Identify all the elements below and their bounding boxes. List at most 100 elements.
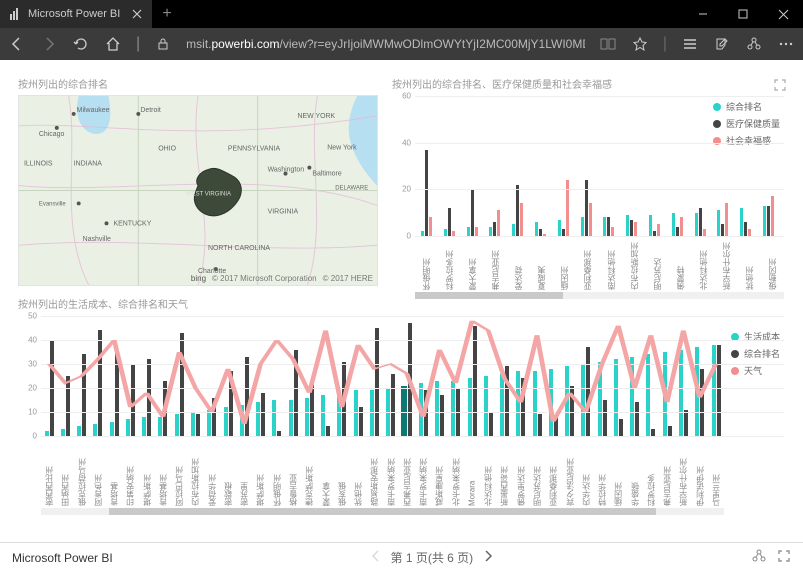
x-axis-label: 南达科他州: [600, 236, 623, 290]
x-axis-label: 南卡罗来纳州: [415, 436, 431, 506]
svg-text:Nashville: Nashville: [83, 236, 111, 243]
x-axis-label: 佛蒙特: [669, 236, 692, 290]
bottom-chart-scrollbar[interactable]: [41, 508, 724, 515]
x-axis-label: 缅因州: [610, 436, 626, 506]
x-axis-label: 华盛顿: [627, 436, 643, 506]
map-visual[interactable]: 按州列出的综合排名: [18, 76, 378, 286]
home-button[interactable]: [104, 35, 122, 53]
x-axis-label: 科罗拉多: [643, 436, 659, 506]
x-axis-label: 怀俄明州: [415, 236, 438, 290]
x-axis-label: 威斯康星州: [431, 436, 447, 506]
x-axis-label: 密歇根: [220, 436, 236, 506]
svg-text:ILLINOIS: ILLINOIS: [24, 161, 53, 168]
forward-button[interactable]: [40, 35, 58, 53]
favorite-button[interactable]: [631, 35, 649, 53]
share-report-icon[interactable]: [751, 548, 767, 567]
svg-text:Baltimore: Baltimore: [312, 171, 342, 178]
x-axis-label: 俄克拉荷马州: [74, 436, 90, 506]
x-axis-label: 路易斯安那州: [366, 436, 382, 506]
report-canvas: 按州列出的综合排名: [0, 60, 803, 542]
svg-text:WEST VIRGINIA: WEST VIRGINIA: [186, 191, 231, 197]
x-axis-label: 伊利诺伊州: [692, 436, 708, 506]
x-axis-label: 北卡罗来纳州: [448, 436, 464, 506]
x-axis-label: 特拉华州: [594, 436, 610, 506]
maximize-button[interactable]: [723, 0, 763, 28]
x-axis-label: 爱荷华州: [204, 436, 220, 506]
x-axis-label: 堪萨斯州: [139, 436, 155, 506]
browser-tab[interactable]: Microsoft Power BI: [0, 0, 152, 28]
x-axis-label: 南卡罗来纳州: [383, 436, 399, 506]
x-axis-label: 内布拉斯加州: [623, 236, 646, 290]
x-axis-label: 夏威夷: [530, 236, 553, 290]
svg-text:INDIANA: INDIANA: [74, 161, 103, 168]
x-axis-label: 阿肯色州: [90, 436, 106, 506]
minimize-button[interactable]: [683, 0, 723, 28]
refresh-button[interactable]: [72, 35, 90, 53]
x-axis-label: 科罗拉多州: [438, 236, 461, 290]
top-bar-chart[interactable]: 按州列出的综合排名、医疗保健质量和社会幸福感 综合排名医疗保健质量社会幸福感 0…: [392, 76, 785, 286]
x-axis-label: 密西西比州: [41, 436, 57, 506]
map-title: 按州列出的综合排名: [18, 76, 378, 91]
focus-mode-icon[interactable]: [773, 78, 787, 290]
new-tab-button[interactable]: +: [152, 5, 181, 23]
x-axis-label: 格鲁吉亚: [285, 436, 301, 506]
x-axis-label: 宾夕法尼亚州: [562, 436, 578, 506]
window-titlebar: Microsoft Power BI +: [0, 0, 803, 28]
x-axis-label: 田纳西州: [57, 436, 73, 506]
footer-brand: Microsoft Power BI: [12, 551, 113, 565]
fullscreen-icon[interactable]: [777, 549, 791, 566]
svg-text:Milwaukee: Milwaukee: [77, 107, 110, 114]
notes-icon[interactable]: [713, 35, 731, 53]
x-axis-label: 明尼苏达州: [529, 436, 545, 506]
x-axis-label: 印第安纳州: [122, 436, 138, 506]
svg-text:NEW YORK: NEW YORK: [297, 113, 335, 120]
reading-view-icon[interactable]: [599, 35, 617, 53]
browser-toolbar: | msit.powerbi.com/view?r=eyJrIjoiMWMwOD…: [0, 28, 803, 60]
next-page-button[interactable]: [483, 550, 493, 565]
close-tab-icon[interactable]: [132, 9, 142, 19]
x-axis-label: 俄亥俄: [334, 436, 350, 506]
svg-text:OHIO: OHIO: [158, 146, 176, 153]
map-area[interactable]: Milwaukee Chicago Detroit NEW YORK ILLIN…: [18, 95, 378, 286]
map-attribution: bing © 2017 Microsoft Corporation © 2017…: [191, 274, 373, 283]
x-axis-label: 新墨西哥州: [496, 436, 512, 506]
x-axis-label: 密苏里: [236, 436, 252, 506]
x-axis-label: 北达科他州: [480, 436, 496, 506]
close-window-button[interactable]: [763, 0, 803, 28]
more-button[interactable]: [777, 35, 795, 53]
lock-icon: [154, 35, 172, 53]
tab-title: Microsoft Power BI: [28, 8, 120, 20]
x-axis-label: 新罕布什尔州: [715, 236, 738, 290]
svg-text:New York: New York: [327, 145, 357, 152]
bottom-bar-chart[interactable]: 按州列出的生活成本、综合排名和天气 生活成本综合排名天气 01020304050…: [18, 296, 785, 516]
svg-text:VIRGINIA: VIRGINIA: [268, 208, 299, 215]
x-axis-label: 怀俄明州: [269, 436, 285, 506]
svg-text:NORTH CAROLINA: NORTH CAROLINA: [208, 245, 270, 252]
svg-text:Chicago: Chicago: [39, 131, 65, 138]
pager-text: 第 1 页(共 6 页): [391, 549, 474, 566]
address-bar[interactable]: msit.powerbi.com/view?r=eyJrIjoiMWMwODlm…: [186, 37, 585, 51]
top-chart-title: 按州列出的综合排名、医疗保健质量和社会幸福感: [392, 76, 785, 91]
svg-text:Washington: Washington: [268, 167, 305, 174]
x-axis-label: 缅因州: [553, 236, 576, 290]
svg-text:Detroit: Detroit: [140, 107, 161, 114]
x-axis-label: Morara: [464, 436, 480, 506]
x-axis-label: 弗吉尼亚州: [659, 436, 675, 506]
x-axis-label: 明尼苏达: [646, 236, 669, 290]
x-axis-label: 犹他州: [350, 436, 366, 506]
x-axis-label: 内布拉斯加州: [187, 436, 203, 506]
prev-page-button[interactable]: [371, 550, 381, 565]
svg-text:Evansville: Evansville: [39, 201, 66, 207]
x-axis-label: 弗吉尼亚州: [484, 236, 507, 290]
x-axis-label: 亚利桑那州: [545, 436, 561, 506]
svg-text:DELAWARE: DELAWARE: [335, 186, 368, 192]
x-axis-label: 肯塔基: [106, 436, 122, 506]
x-axis-label: 阿拉巴马州: [171, 436, 187, 506]
back-button[interactable]: [8, 35, 26, 53]
x-axis-label: 蒙大拿: [318, 436, 334, 506]
x-axis-label: 佛罗里达州: [513, 436, 529, 506]
svg-text:PENNSYLVANIA: PENNSYLVANIA: [228, 146, 281, 153]
reading-list-icon[interactable]: [681, 35, 699, 53]
x-axis-label: 爱达荷: [507, 236, 530, 290]
share-icon[interactable]: [745, 35, 763, 53]
